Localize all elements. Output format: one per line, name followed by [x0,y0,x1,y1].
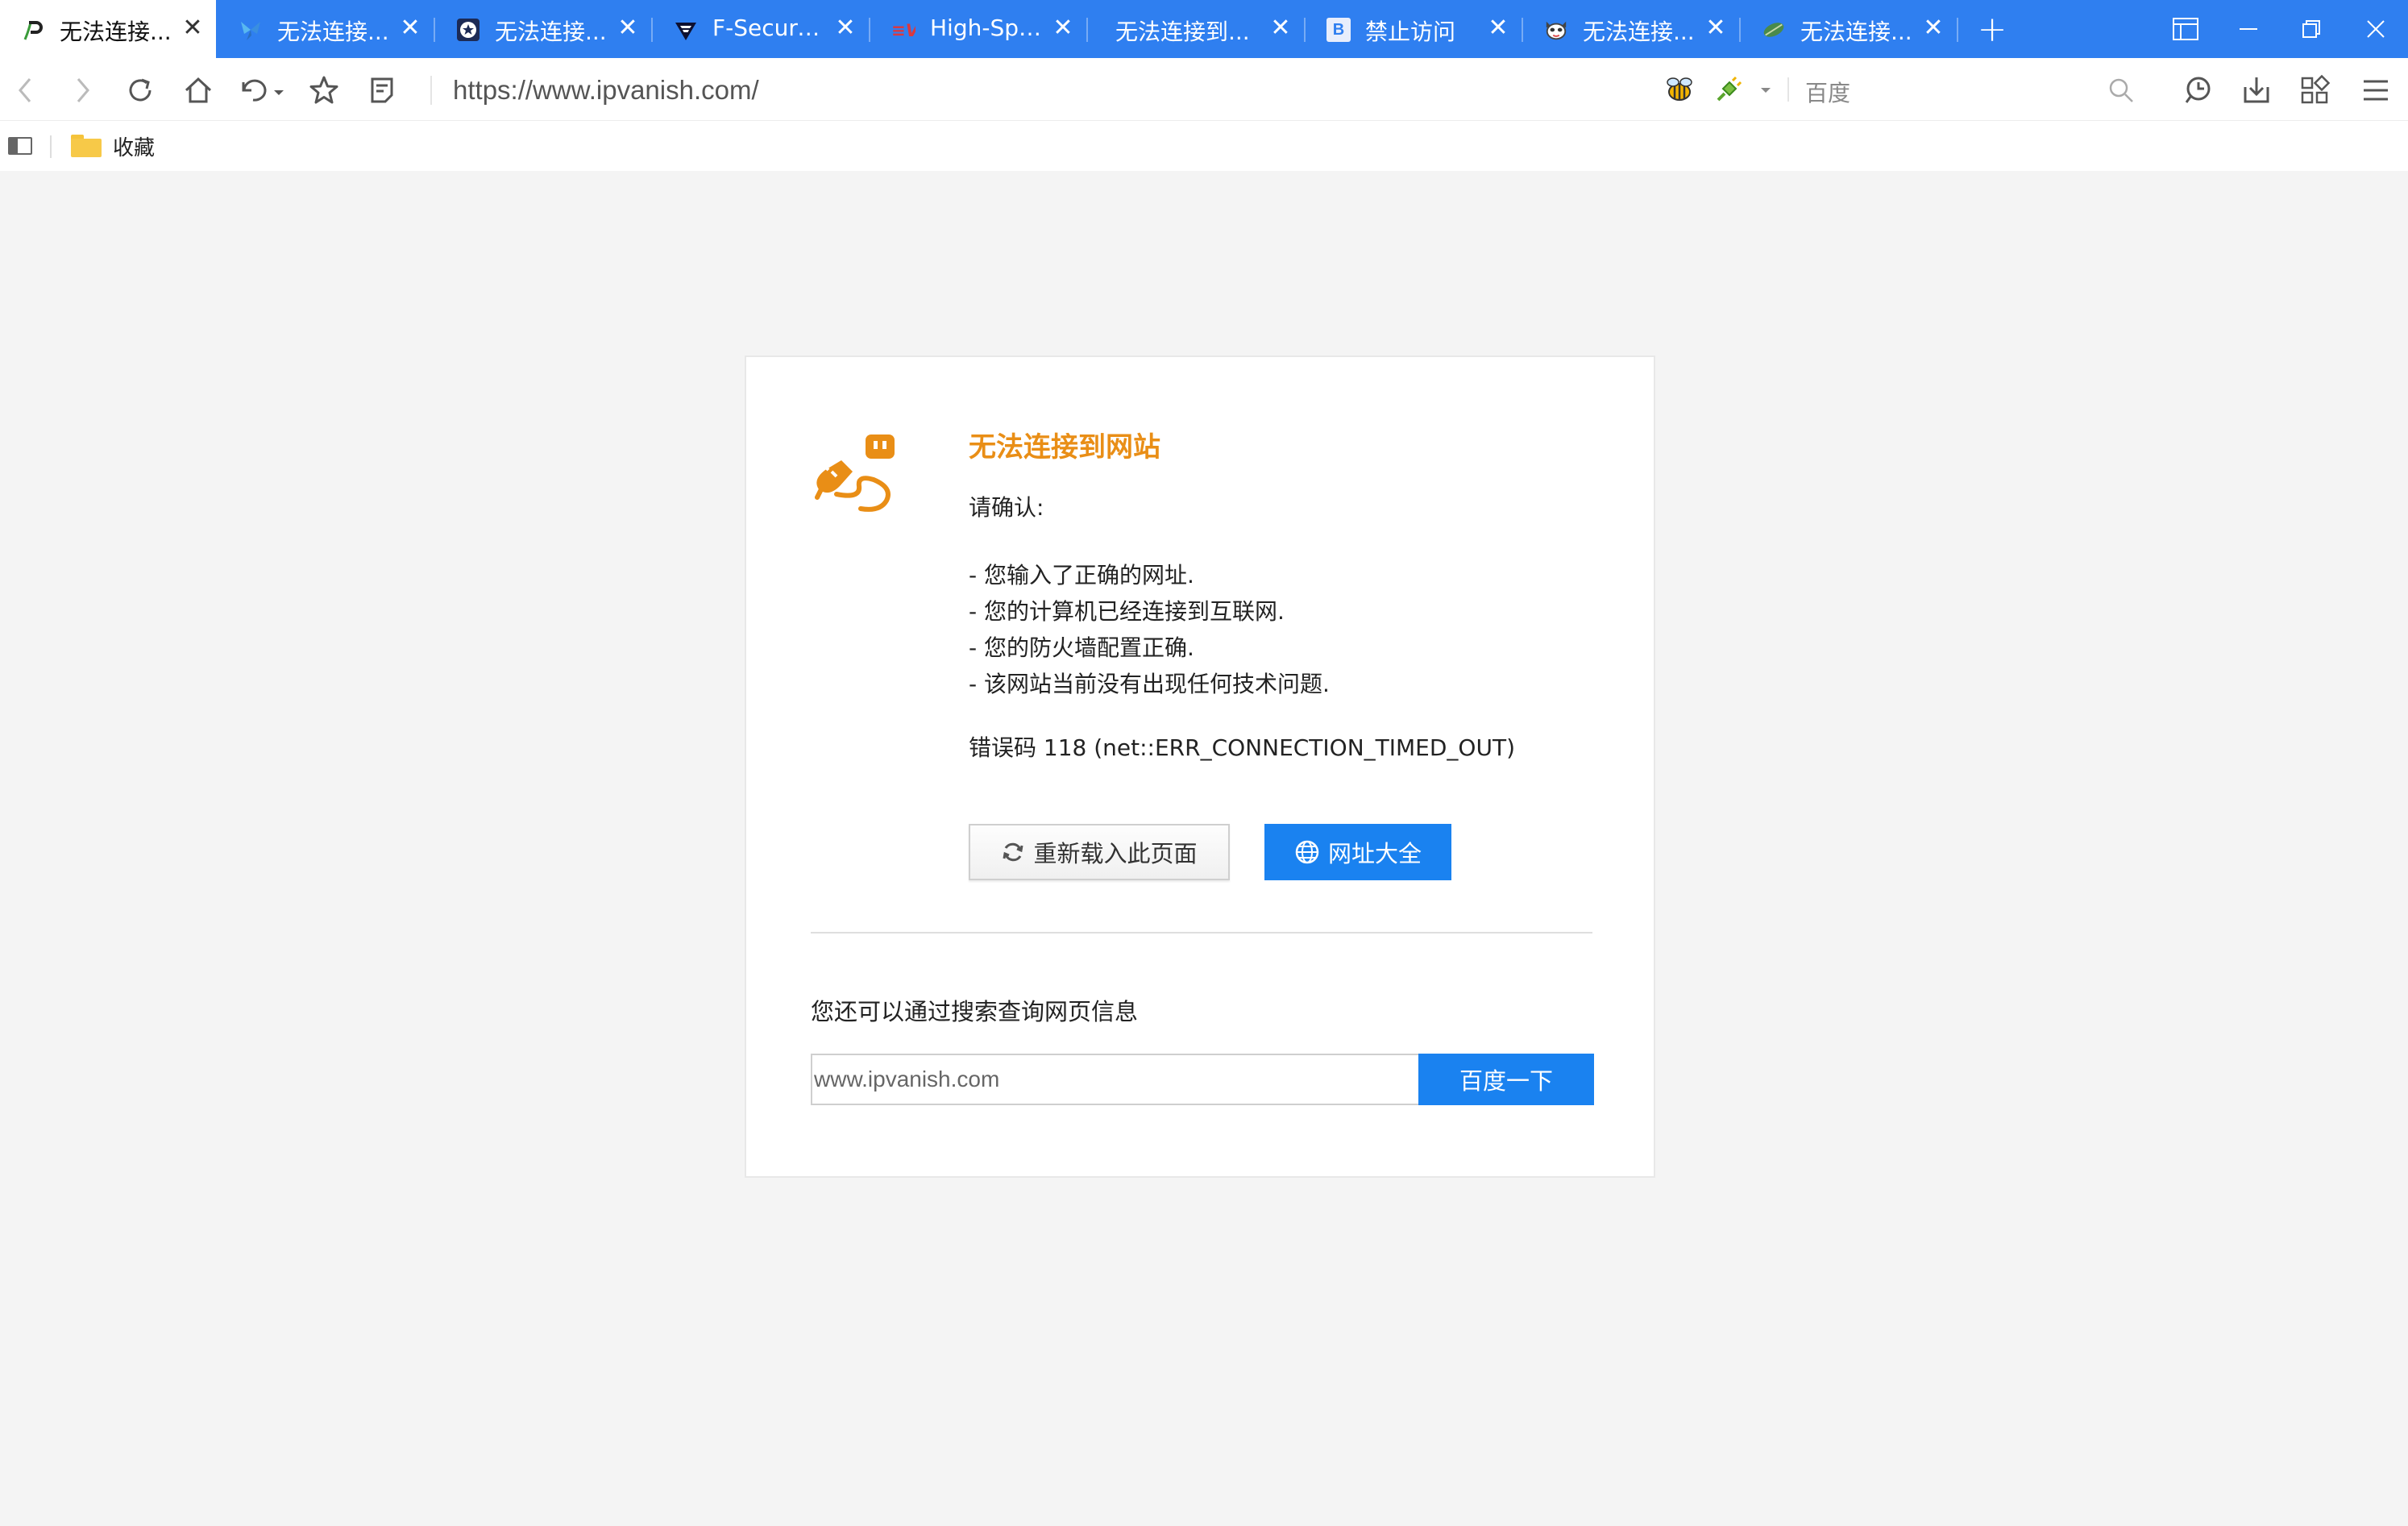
restore-button[interactable] [2289,10,2334,48]
home-button[interactable] [181,73,216,108]
p-logo-icon [21,18,45,42]
tab-8[interactable]: 无法连接... ✕ [1741,0,1957,58]
tab-separator [1957,18,1958,42]
tab-title: 无法连接... [495,19,607,45]
sidebar-layout-button[interactable] [2163,10,2208,48]
error-card: 无法连接到网站 请确认: - 您输入了正确的网址. - 您的计算机已经连接到互联… [745,356,1655,1178]
search-icon[interactable] [2103,73,2139,108]
tab-title: 无法连接... [1800,19,1912,45]
confirm-heading: 请确认: [969,494,1044,521]
svg-text:≡V: ≡V [891,20,915,40]
baidu-search-button[interactable]: 百度一下 [1418,1054,1594,1105]
butterfly-icon [239,18,263,42]
tab-0[interactable]: 无法连接... ✕ [0,0,216,58]
expressvpn-icon: ≡V [891,18,915,42]
close-icon[interactable]: ✕ [1486,16,1510,40]
close-icon[interactable]: ✕ [616,16,640,40]
search-box[interactable]: 百度 [1791,71,2129,108]
refresh-icon [1001,840,1025,864]
b-letter-icon: B [1326,18,1351,42]
search-engine-placeholder: 百度 [1805,80,1851,106]
tab-title: 无法连接... [1583,19,1695,45]
tab-title: F-Secure ... [712,15,833,41]
checklist-item: - 您的计算机已经连接到互联网. [969,598,1285,625]
tab-1[interactable]: 无法连接... ✕ [218,0,434,58]
plug-extension-icon[interactable] [1710,73,1746,108]
error-code: 错误码 118 (net::ERR_CONNECTION_TIMED_OUT) [969,734,1515,761]
divider [430,76,432,105]
close-icon[interactable]: ✕ [1704,16,1728,40]
search-engine-dropdown-icon[interactable] [1754,73,1778,108]
bookmark-star-button[interactable] [306,73,342,108]
checklist-item: - 您的防火墙配置正确. [969,634,1194,661]
new-tab-button[interactable]: + [1973,9,2012,50]
close-icon[interactable]: ✕ [1921,16,1945,40]
unplugged-icon [812,428,903,517]
undo-close-button[interactable] [234,73,290,108]
reload-page-button[interactable]: 重新载入此页面 [969,824,1230,880]
tab-4[interactable]: ≡V High-Spe... ✕ [870,0,1086,58]
reader-mode-button[interactable] [364,73,400,108]
minimize-button[interactable] [2226,10,2271,48]
reload-page-label: 重新载入此页面 [1033,840,1198,867]
download-icon[interactable] [2239,73,2274,108]
tab-strip: 无法连接... ✕ 无法连接... ✕ 无法连接... ✕ F-Secure .… [0,0,2408,58]
close-icon[interactable]: ✕ [1268,16,1293,40]
search-input[interactable]: www.ipvanish.com [811,1054,1420,1105]
forward-button[interactable] [64,73,100,108]
back-button[interactable] [8,73,44,108]
bookmark-folder-label: 收藏 [113,135,156,160]
checklist: - 您输入了正确的网址. - 您的计算机已经连接到互联网. - 您的防火墙配置正… [969,557,1330,702]
close-window-button[interactable] [2353,10,2398,48]
tab-title: 无法连接到... [1115,19,1250,45]
divider [50,135,52,158]
menu-icon[interactable] [2358,73,2393,108]
tab-title: 禁止访问 [1365,19,1456,45]
tab-6[interactable]: B 禁止访问 ✕ [1306,0,1522,58]
mascot-icon [1544,18,1568,42]
tab-title: 无法连接... [60,19,172,45]
tab-3[interactable]: F-Secure ... ✕ [653,0,869,58]
url-directory-button[interactable]: 网址大全 [1264,824,1451,880]
checklist-item: - 该网站当前没有出现任何技术问题. [969,671,1330,697]
f-secure-icon [674,18,698,42]
apps-grid-icon[interactable] [2297,73,2332,108]
close-icon[interactable]: ✕ [398,16,422,40]
bookmarks-bar: 收藏 [0,121,2408,171]
divider [811,932,1592,933]
tab-2[interactable]: 无法连接... ✕ [435,0,651,58]
close-icon[interactable]: ✕ [833,16,857,40]
leaf-icon [1762,18,1786,42]
tab-5[interactable]: 无法连接到... ✕ [1088,0,1304,58]
tab-7[interactable]: 无法连接... ✕ [1523,0,1739,58]
close-icon[interactable]: ✕ [1051,16,1075,40]
sidebar-toggle-icon[interactable] [8,137,32,155]
checklist-item: - 您输入了正确的网址. [969,562,1194,588]
star-badge-icon [456,18,480,42]
search-hint: 您还可以通过搜索查询网页信息 [811,998,1139,1025]
history-icon[interactable] [2181,73,2216,108]
bee-extension-icon[interactable] [1662,73,1697,108]
address-bar[interactable]: https://www.ipvanish.com/ [453,73,1581,108]
globe-icon [1294,839,1320,865]
folder-icon [71,135,102,157]
close-icon[interactable]: ✕ [181,16,205,40]
toolbar: https://www.ipvanish.com/ 百度 [0,58,2408,121]
tab-title: High-Spe... [930,15,1051,41]
divider [1787,77,1789,102]
url-directory-label: 网址大全 [1327,840,1422,867]
reload-button[interactable] [122,73,158,108]
bookmark-folder[interactable]: 收藏 [71,132,155,160]
tab-title: 无法连接... [277,19,389,45]
error-title: 无法连接到网站 [969,431,1160,464]
